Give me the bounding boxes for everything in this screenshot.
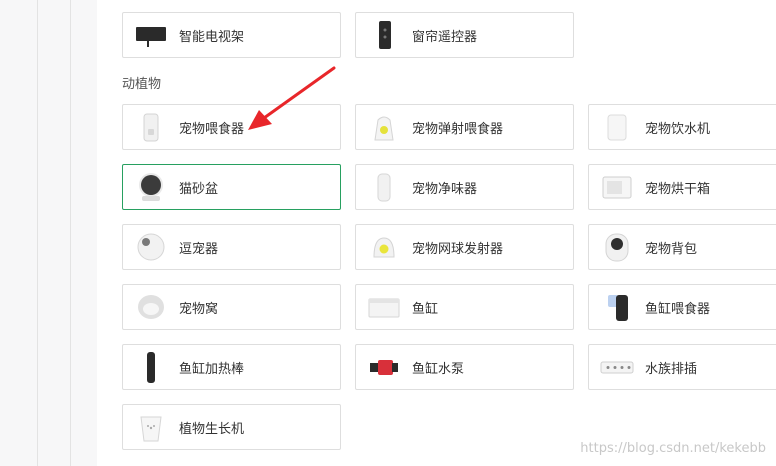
device-card-label: 宠物背包 [645, 241, 698, 257]
device-card-label: 鱼缸 [412, 301, 439, 317]
device-card-pet-backpack[interactable]: 宠物背包 [588, 224, 776, 270]
device-card-label: 水族排插 [645, 361, 698, 377]
aquarium-feeder-icon [599, 289, 635, 325]
device-card-label: 植物生长机 [179, 421, 245, 437]
device-card-curtain-remote[interactable]: 窗帘遥控器 [355, 12, 574, 58]
device-card-aquarium-feeder[interactable]: 鱼缸喂食器 [588, 284, 776, 330]
device-card-label: 鱼缸水泵 [412, 361, 465, 377]
device-card-pet-launcher-feeder[interactable]: 宠物弹射喂食器 [355, 104, 574, 150]
device-card-label: 宠物烘干箱 [645, 181, 711, 197]
device-card-label: 宠物饮水机 [645, 121, 711, 137]
tv-mount-icon [133, 17, 169, 53]
aquarium-power-strip-icon [599, 349, 635, 385]
device-card-label: 宠物弹射喂食器 [412, 121, 504, 137]
device-card-label: 鱼缸喂食器 [645, 301, 711, 317]
device-card-label: 智能电视架 [179, 29, 245, 45]
aquarium-icon [366, 289, 402, 325]
tennis-launcher-icon [366, 229, 402, 265]
device-card-label: 宠物窝 [179, 301, 219, 317]
left-sidebar-background [0, 0, 97, 466]
watermark: https://blog.csdn.net/kekebb [580, 441, 766, 456]
pet-bed-icon [133, 289, 169, 325]
aquarium-heater-icon [133, 349, 169, 385]
curtain-remote-icon [366, 17, 402, 53]
device-card-label: 宠物网球发射器 [412, 241, 504, 257]
sidebar-divider [37, 0, 38, 466]
pet-dryer-icon [599, 169, 635, 205]
device-card-label: 宠物喂食器 [179, 121, 245, 137]
device-card-tennis-launcher[interactable]: 宠物网球发射器 [355, 224, 574, 270]
sidebar-divider [70, 0, 71, 466]
device-card-aquarium[interactable]: 鱼缸 [355, 284, 574, 330]
device-card-pet-teaser[interactable]: 逗宠器 [122, 224, 341, 270]
device-card-pet-bed[interactable]: 宠物窝 [122, 284, 341, 330]
device-card-pet-water-fountain[interactable]: 宠物饮水机 [588, 104, 776, 150]
device-card-aquarium-pump[interactable]: 鱼缸水泵 [355, 344, 574, 390]
litter-box-icon [133, 169, 169, 205]
device-card-plant-grower[interactable]: 植物生长机 [122, 404, 341, 450]
device-card-pet-feeder[interactable]: 宠物喂食器 [122, 104, 341, 150]
pet-launcher-feeder-icon [366, 109, 402, 145]
device-card-label: 鱼缸加热棒 [179, 361, 245, 377]
device-card-aquarium-heater[interactable]: 鱼缸加热棒 [122, 344, 341, 390]
pet-teaser-icon [133, 229, 169, 265]
pet-feeder-icon [133, 109, 169, 145]
pet-backpack-icon [599, 229, 635, 265]
device-card-label: 宠物净味器 [412, 181, 478, 197]
device-card-label: 猫砂盆 [179, 181, 219, 197]
pet-deodorizer-icon [366, 169, 402, 205]
device-card-label: 窗帘遥控器 [412, 29, 478, 45]
device-card-aquarium-power-strip[interactable]: 水族排插 [588, 344, 776, 390]
pet-water-fountain-icon [599, 109, 635, 145]
section-title: 动植物 [122, 77, 162, 92]
device-card-pet-dryer[interactable]: 宠物烘干箱 [588, 164, 776, 210]
aquarium-pump-icon [366, 349, 402, 385]
device-card-litter-box[interactable]: 猫砂盆 [122, 164, 341, 210]
device-card-label: 逗宠器 [179, 241, 219, 257]
plant-grower-icon [133, 409, 169, 445]
device-card-tv-mount[interactable]: 智能电视架 [122, 12, 341, 58]
device-card-pet-deodorizer[interactable]: 宠物净味器 [355, 164, 574, 210]
